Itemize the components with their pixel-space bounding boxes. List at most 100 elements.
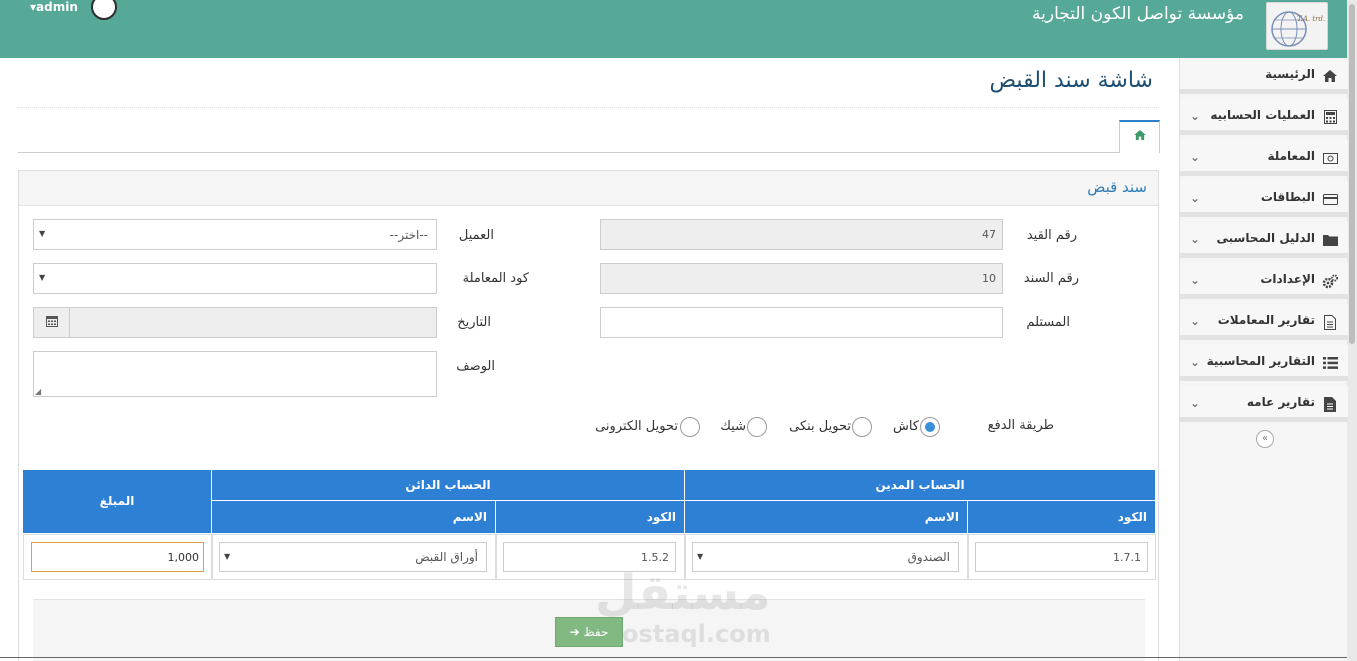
caret-down-icon: ▼ [39, 229, 46, 238]
credit-name-header: الاسم [212, 501, 496, 534]
chevron-down-icon: ⌄ [1190, 355, 1201, 369]
bottom-border [0, 657, 1347, 661]
money-icon [1322, 150, 1338, 166]
gears-icon [1322, 273, 1338, 289]
sidebar-item-label: الرئيسية [1265, 67, 1315, 81]
save-button-label: حفظ [583, 625, 609, 639]
panel-title: سند قبض [1087, 178, 1147, 196]
caret-down-icon: ▼ [224, 552, 231, 561]
tab-home[interactable] [1119, 120, 1160, 153]
home-icon [1133, 129, 1146, 144]
title-divider [17, 107, 1159, 108]
transaction-code-select[interactable]: ▼ [33, 263, 437, 294]
calendar-icon [45, 315, 58, 330]
chevron-down-icon: ⌄ [1190, 109, 1201, 123]
sidebar-item-label: الإعدادات [1260, 272, 1315, 286]
payment-method-label: طريقة الدفع [987, 418, 1054, 433]
customer-selected-value: --اختر-- [389, 228, 428, 242]
top-header: مؤسسة تواصل الكون التجارية T.A. trd. srv… [0, 0, 1347, 58]
debit-code-value: 1.7.1 [1113, 551, 1141, 564]
sidebar-item-accounting-reports[interactable]: التقارير المحاسبية ⌄ [1180, 345, 1348, 381]
sidebar-item-transaction-reports[interactable]: تقارير المعاملات ⌄ [1180, 304, 1348, 340]
caret-down-icon: ▼ [697, 552, 704, 561]
debit-code-input[interactable]: 1.7.1 [975, 542, 1148, 572]
sidebar-item-label: العمليات الحسابيه [1210, 108, 1315, 122]
sidebar-item-cards[interactable]: البطاقات ⌄ [1180, 181, 1348, 217]
payment-cash-label: كاش [892, 419, 919, 434]
user-menu[interactable]: ▾admin [30, 0, 78, 14]
file-icon [1322, 396, 1338, 412]
arrow-right-icon: ➔ [569, 625, 580, 639]
sidebar-item-home[interactable]: الرئيسية [1180, 58, 1348, 94]
payment-electronic-transfer-label: تحويل الكترونى [595, 419, 678, 434]
customer-label: العميل [458, 228, 494, 243]
calculator-icon [1322, 109, 1338, 125]
voucher-no-value: 10 [982, 272, 996, 285]
date-picker-button[interactable] [33, 307, 70, 338]
debit-account-header: الحساب المدين [685, 470, 1156, 501]
sidebar-item-transaction[interactable]: المعاملة ⌄ [1180, 140, 1348, 176]
description-label: الوصف [456, 359, 495, 374]
voucher-no-label: رقم السند [1023, 271, 1079, 286]
entry-no-value: 47 [982, 228, 996, 241]
sidebar-item-label: الدليل المحاسبى [1216, 231, 1315, 245]
company-logo: T.A. trd. srv. [1266, 2, 1328, 50]
scrollbar-thumb[interactable] [1349, 4, 1355, 344]
entry-no-label: رقم القيد [1026, 228, 1077, 243]
debit-name-value: الصندوق [907, 550, 950, 564]
sidebar-item-label: تقارير عامه [1246, 395, 1315, 409]
sidebar-item-chart-of-accounts[interactable]: الدليل المحاسبى ⌄ [1180, 222, 1348, 258]
credit-account-header: الحساب الدائن [212, 470, 685, 501]
sidebar-item-settings[interactable]: الإعدادات ⌄ [1180, 263, 1348, 299]
sidebar-item-label: التقارير المحاسبية [1206, 354, 1315, 368]
home-icon [1322, 68, 1338, 84]
resize-handle-icon[interactable]: ◢ [35, 387, 41, 396]
panel-header: سند قبض [19, 171, 1158, 206]
payment-cheque-radio[interactable] [747, 417, 767, 437]
chevron-down-icon: ⌄ [1190, 232, 1201, 246]
sidebar-item-general-reports[interactable]: تقارير عامه ⌄ [1180, 386, 1348, 422]
receiver-label: المستلم [1026, 315, 1070, 330]
folder-icon [1322, 232, 1338, 248]
credit-name-value: أوراق القبض [415, 550, 478, 564]
page-title: شاشة سند القبض [989, 68, 1153, 93]
list-icon [1322, 355, 1338, 371]
chevron-down-icon: ⌄ [1190, 396, 1201, 410]
logo-text: T.A. trd. srv. [1297, 15, 1328, 23]
entry-no-field: 47 [600, 219, 1003, 250]
description-textarea[interactable]: ◢ [33, 351, 437, 397]
amount-header: المبلغ [23, 470, 212, 534]
credit-card-icon [1322, 191, 1338, 207]
payment-electronic-transfer-radio[interactable] [680, 417, 700, 437]
user-name: admin [36, 0, 78, 14]
company-name: مؤسسة تواصل الكون التجارية [1032, 4, 1244, 24]
sidebar-item-accounting-operations[interactable]: العمليات الحسابيه ⌄ [1180, 99, 1348, 135]
amount-input[interactable]: 1,000 [31, 542, 204, 572]
payment-bank-transfer-radio[interactable] [852, 417, 872, 437]
sidebar-item-label: البطاقات [1260, 190, 1315, 204]
sidebar-collapse-button[interactable]: « [1256, 430, 1274, 448]
receiver-input[interactable] [600, 307, 1003, 338]
debit-name-header: الاسم [685, 501, 968, 534]
payment-cash-radio[interactable] [920, 417, 940, 437]
chevron-down-icon: ⌄ [1190, 314, 1201, 328]
customer-select[interactable]: --اختر-- ▼ [33, 219, 437, 250]
date-label: التاريخ [457, 315, 491, 330]
save-button[interactable]: ➔ حفظ [555, 617, 623, 647]
credit-code-value: 1.5.2 [641, 551, 669, 564]
file-text-icon [1322, 314, 1338, 330]
debit-code-header: الكود [968, 501, 1156, 534]
voucher-no-field: 10 [600, 263, 1003, 294]
user-avatar[interactable] [91, 0, 117, 20]
date-input[interactable] [69, 307, 437, 338]
credit-code-header: الكود [496, 501, 685, 534]
chevron-down-icon: ⌄ [1190, 191, 1201, 205]
tab-strip-border [18, 152, 1119, 153]
chevron-down-icon: ⌄ [1190, 150, 1201, 164]
caret-down-icon: ▼ [39, 273, 46, 282]
credit-name-select[interactable]: أوراق القبض ▼ [219, 542, 487, 572]
page-scrollbar[interactable] [1347, 0, 1357, 661]
payment-cheque-label: شيك [720, 419, 746, 434]
watermark-english: mostaql.com [597, 620, 771, 648]
amount-value: 1,000 [167, 551, 200, 564]
